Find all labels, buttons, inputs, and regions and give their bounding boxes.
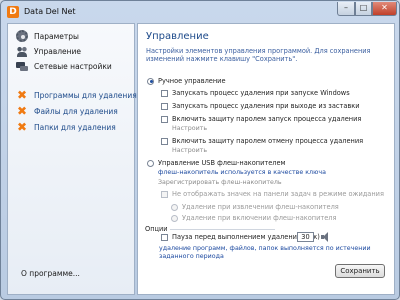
sidebar-item-label: Сетевые настройки bbox=[34, 61, 112, 71]
register-usb-link[interactable]: Зарегистрировать флеш-накопитель bbox=[158, 179, 282, 186]
manual-control-label: Ручное управление bbox=[158, 77, 226, 85]
checkbox-label: Не отображать значек на панели задач в р… bbox=[172, 190, 384, 198]
delay-checkbox[interactable]: Пауза перед выполнением удаления (сек) bbox=[161, 233, 320, 241]
configure-cancel-link[interactable]: Настроить bbox=[172, 147, 207, 154]
sidebar-item-files[interactable]: ✖ Файлы для удаления bbox=[16, 105, 118, 117]
app-logo-icon: D bbox=[7, 6, 19, 18]
configure-start-link[interactable]: Настроить bbox=[172, 125, 207, 132]
checkbox-label: Включить защиту паролем отмену процесса … bbox=[172, 137, 364, 145]
startup-delete-checkbox[interactable]: Запускать процесс удаления при запуске W… bbox=[161, 89, 350, 97]
sidebar-item-programs[interactable]: ✖ Программы для удаления bbox=[16, 89, 137, 101]
app-window: D Data Del Net – □ ✕ Параметры Управлени… bbox=[0, 0, 400, 300]
sidebar-item-label: Программы для удаления bbox=[34, 90, 137, 100]
checkbox-label: Запускать процесс удаления при запуске W… bbox=[172, 89, 350, 97]
sidebar-item-label: Файлы для удаления bbox=[34, 106, 118, 116]
x-icon: ✖ bbox=[16, 120, 28, 134]
x-icon: ✖ bbox=[16, 88, 28, 102]
sidebar-item-control[interactable]: Управление bbox=[16, 45, 81, 57]
gear-icon bbox=[16, 30, 28, 42]
save-button[interactable]: Сохранить bbox=[335, 264, 385, 278]
delete-on-remove-radio[interactable]: Удаление при извлечении флеш-накопителя bbox=[171, 203, 339, 211]
minimize-button[interactable]: – bbox=[337, 2, 355, 16]
radio-label: Удаление при включении флеш-накопителя bbox=[182, 214, 337, 222]
checkbox-indicator[interactable] bbox=[161, 190, 168, 198]
window-title: Data Del Net bbox=[24, 7, 76, 16]
page-description: Настройки элементов управления программо… bbox=[146, 47, 371, 63]
checkbox-label: Запускать процесс удаления при выходе из… bbox=[172, 102, 360, 110]
usb-control-radio[interactable]: Управление USB флеш-накопителем bbox=[147, 159, 286, 167]
usb-key-note: флеш-накопитель используется в качестве … bbox=[158, 169, 326, 176]
radio-indicator[interactable] bbox=[171, 214, 178, 222]
users-icon bbox=[16, 45, 28, 57]
checkbox-indicator[interactable] bbox=[161, 102, 168, 110]
checkbox-label: Включить защиту паролем запуск процесса … bbox=[172, 115, 362, 123]
radio-indicator[interactable] bbox=[147, 159, 154, 167]
sidebar: Параметры Управление Сетевые настройки ✖… bbox=[7, 23, 137, 295]
speaker-icon[interactable] bbox=[321, 232, 332, 242]
delete-on-insert-radio[interactable]: Удаление при включении флеш-накопителя bbox=[171, 214, 336, 222]
sidebar-item-label: Управление bbox=[34, 46, 82, 56]
screensaver-delete-checkbox[interactable]: Запускать процесс удаления при выходе из… bbox=[161, 102, 360, 110]
password-start-checkbox[interactable]: Включить защиту паролем запуск процесса … bbox=[161, 115, 361, 123]
sidebar-item-label: Папки для удаления bbox=[34, 122, 116, 132]
radio-indicator[interactable] bbox=[147, 77, 154, 85]
close-button[interactable]: ✕ bbox=[372, 2, 397, 16]
options-group-label: Опции bbox=[145, 225, 170, 233]
delay-seconds-input[interactable]: 30 bbox=[297, 232, 314, 242]
password-cancel-checkbox[interactable]: Включить защиту паролем отмену процесса … bbox=[161, 137, 363, 145]
sidebar-item-folders[interactable]: ✖ Папки для удаления bbox=[16, 121, 116, 133]
checkbox-indicator[interactable] bbox=[161, 233, 168, 241]
x-icon: ✖ bbox=[16, 104, 28, 118]
network-icon bbox=[16, 60, 28, 72]
sidebar-item-network[interactable]: Сетевые настройки bbox=[16, 60, 112, 72]
radio-indicator[interactable] bbox=[171, 203, 178, 211]
page-title: Управление bbox=[146, 31, 209, 42]
checkbox-indicator[interactable] bbox=[161, 89, 168, 97]
maximize-button[interactable]: □ bbox=[355, 2, 372, 16]
usb-control-label: Управление USB флеш-накопителем bbox=[158, 159, 286, 167]
sidebar-item-label: Параметры bbox=[34, 31, 79, 41]
manual-control-radio[interactable]: Ручное управление bbox=[147, 77, 226, 85]
checkbox-indicator[interactable] bbox=[161, 137, 168, 145]
hide-tray-icon-checkbox[interactable]: Не отображать значек на панели задач в р… bbox=[161, 190, 384, 198]
sidebar-item-parameters[interactable]: Параметры bbox=[16, 30, 79, 42]
delay-note: удаление программ, файлов, папок выполня… bbox=[159, 245, 371, 260]
checkbox-indicator[interactable] bbox=[161, 115, 168, 123]
about-link[interactable]: О программе... bbox=[21, 269, 80, 278]
title-bar[interactable]: D Data Del Net – □ ✕ bbox=[1, 1, 399, 23]
radio-label: Удаление при извлечении флеш-накопителя bbox=[182, 203, 339, 211]
